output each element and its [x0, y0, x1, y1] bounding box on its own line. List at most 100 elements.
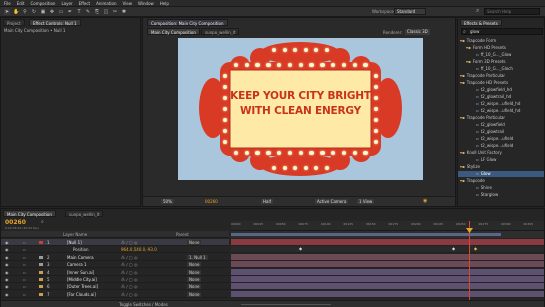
- zoom-slider[interactable]: [241, 304, 331, 305]
- layer-name[interactable]: Position: [73, 246, 89, 253]
- menu-view[interactable]: View: [123, 1, 133, 6]
- effects-item[interactable]: ▫ t2_glowfield_hd: [458, 87, 544, 93]
- layer-track-bar[interactable]: [231, 261, 544, 269]
- layer-row[interactable]: ◉ ▫ Position 964.0,540.0,-93.0: [1, 246, 229, 254]
- layer-track-bar[interactable]: [231, 283, 544, 291]
- lock-icon[interactable]: ▫: [23, 269, 26, 276]
- menu-effect[interactable]: Effect: [79, 1, 91, 6]
- layer-name[interactable]: Camera 1: [67, 261, 87, 268]
- switches[interactable]: ⁂ ∕ ▢ ◎: [121, 283, 137, 290]
- eraser-tool-icon[interactable]: ◫: [103, 9, 109, 15]
- zoom-select[interactable]: 50%: [161, 199, 174, 204]
- layer-row[interactable]: ◉ ▫ 2 Main Camera ⁂ ∕ ▢ ◎ 1. Null 1: [1, 254, 229, 261]
- layer-name[interactable]: [Outer Trees.ai]: [67, 283, 98, 290]
- layer-row[interactable]: ◉ ▫ 7 [Far Clouds.ai] ⁂ ∕ ▢ ◎ None: [1, 291, 229, 298]
- effects-item[interactable]: ▫ t2_glowtrail: [458, 129, 544, 135]
- lock-icon[interactable]: ▫: [23, 246, 26, 253]
- search-icon[interactable]: ⌕: [41, 219, 44, 225]
- label-color-swatch[interactable]: [39, 241, 43, 244]
- switches[interactable]: ⁂ ∕ ▢ ◎: [121, 276, 137, 283]
- label-color-swatch[interactable]: [39, 285, 43, 289]
- exposure-icon[interactable]: ◉: [423, 198, 427, 204]
- label-color-swatch[interactable]: [39, 255, 43, 259]
- pan-behind-tool-icon[interactable]: ✥: [49, 9, 55, 15]
- work-area-bar[interactable]: [231, 231, 544, 238]
- views-select[interactable]: 1 View: [357, 199, 375, 204]
- switches[interactable]: ⁂ ∕ ▢ ◎: [121, 254, 137, 261]
- label-color-swatch[interactable]: [39, 270, 43, 274]
- rotate-tool-icon[interactable]: ↻: [31, 9, 37, 15]
- parent-select[interactable]: None: [187, 262, 202, 268]
- menu-animation[interactable]: Animation: [96, 1, 116, 6]
- layer-name[interactable]: [Far Clouds.ai]: [67, 291, 96, 298]
- rectangle-tool-icon[interactable]: ▭: [58, 9, 64, 15]
- zoom-tool-icon[interactable]: ⚲: [22, 9, 28, 15]
- label-color-swatch[interactable]: [39, 278, 43, 281]
- menu-layer[interactable]: Layer: [61, 1, 72, 6]
- menu-edit[interactable]: Edit: [17, 1, 25, 6]
- search-help-input[interactable]: [484, 8, 540, 15]
- effects-item[interactable]: ▫ t2_wispe...ufield: [458, 136, 544, 142]
- type-tool-icon[interactable]: T: [76, 9, 82, 15]
- eye-icon[interactable]: ◉: [5, 261, 9, 268]
- layer-name[interactable]: [Middle City.ai]: [67, 276, 97, 283]
- effects-item[interactable]: ▫ Starglow: [458, 192, 544, 198]
- effects-item[interactable]: ▫ t2_wispe...ufield_hd: [458, 101, 544, 107]
- parent-select[interactable]: None: [187, 291, 202, 297]
- eye-icon[interactable]: ◉: [5, 239, 9, 246]
- keyframe-icon[interactable]: ◆: [452, 246, 455, 251]
- workspace-select[interactable]: Standard: [394, 8, 426, 15]
- lock-icon[interactable]: ▫: [23, 254, 26, 261]
- tab-timeline-main[interactable]: Main City Composition: [3, 210, 56, 217]
- label-color-swatch[interactable]: [39, 292, 43, 296]
- layer-row[interactable]: ◉ ▫ 6 [Outer Trees.ai] ⁂ ∕ ▢ ◎ None: [1, 283, 229, 291]
- parent-select[interactable]: None: [187, 284, 202, 290]
- timeline-timecode[interactable]: 00260: [5, 219, 26, 226]
- menu-composition[interactable]: Composition: [30, 1, 55, 6]
- resolution-select[interactable]: Half: [261, 199, 273, 204]
- layer-name[interactable]: [Inner Sun.ai]: [67, 269, 94, 276]
- layer-row[interactable]: ◉ ▫ 3 Camera 1 ⁂ ∕ ▢ ◎ None: [1, 261, 229, 269]
- effects-folder[interactable]: ▾▪ Stylize: [458, 164, 544, 170]
- eye-icon[interactable]: ◉: [5, 283, 9, 290]
- layer-row[interactable]: ◉ ▫ 4 [Inner Sun.ai] ⁂ ∕ ▢ ◎ None: [1, 269, 229, 276]
- puppet-tool-icon[interactable]: ✱: [121, 9, 127, 15]
- parent-select[interactable]: 1. Null 1: [187, 254, 208, 260]
- current-time-indicator[interactable]: [469, 221, 470, 301]
- keyframe-icon[interactable]: ◆: [474, 246, 477, 251]
- renderer-value[interactable]: Classic 3D: [405, 29, 430, 35]
- pen-tool-icon[interactable]: ✒: [67, 9, 73, 15]
- toggle-switches-modes[interactable]: Toggle Switches / Modes: [119, 302, 168, 307]
- layer-name[interactable]: Main Camera: [67, 254, 94, 261]
- effects-item[interactable]: ▫ t2_wispe...ufield: [458, 143, 544, 149]
- effects-item[interactable]: ▫ Shine: [458, 185, 544, 191]
- effects-folder[interactable]: ▾▪ Knoll Unit Factory: [458, 150, 544, 156]
- layer-track-bar[interactable]: ◆ ◆ ◆: [231, 246, 544, 254]
- eye-icon[interactable]: ◉: [5, 254, 9, 261]
- lock-icon[interactable]: ▫: [23, 283, 26, 290]
- lock-icon[interactable]: ▫: [23, 291, 26, 298]
- layer-track-bar[interactable]: [231, 276, 544, 283]
- switches[interactable]: ⁂ ∕ ▢ ◎: [121, 239, 137, 246]
- selection-tool-icon[interactable]: ➤: [4, 9, 10, 15]
- clone-tool-icon[interactable]: ⎘: [94, 9, 100, 15]
- hand-tool-icon[interactable]: ✋: [13, 9, 19, 15]
- switches[interactable]: ⁂ ∕ ▢ ◎: [121, 291, 137, 298]
- tab-sunpo[interactable]: sunpo_wellin_lt: [201, 28, 240, 35]
- camera-tool-icon[interactable]: ▣: [40, 9, 46, 15]
- parent-select[interactable]: None: [187, 269, 202, 275]
- layer-name[interactable]: [Null 1]: [67, 239, 82, 246]
- viewer-timecode[interactable]: 00260: [205, 199, 218, 204]
- effects-item[interactable]: ▫ t2_glowfield: [458, 122, 544, 128]
- lock-icon[interactable]: ▫: [23, 239, 26, 246]
- effects-folder[interactable]: ▾▪ Trapcode Form: [458, 38, 544, 44]
- effects-item[interactable]: ▫ ff_10_G..._Glow: [458, 52, 544, 58]
- effects-folder[interactable]: ▾▪ Trapcode: [458, 178, 544, 184]
- work-area-range[interactable]: [231, 233, 501, 236]
- eye-icon[interactable]: ◉: [5, 246, 9, 253]
- label-color-swatch[interactable]: [39, 263, 43, 267]
- effects-folder[interactable]: ▾▪ Trapcode Particular: [458, 115, 544, 121]
- layer-row[interactable]: ◉ ▫ 1 [Null 1] ⁂ ∕ ▢ ◎ None: [1, 239, 229, 246]
- tab-project[interactable]: Project: [3, 19, 25, 26]
- eye-icon[interactable]: ◉: [5, 291, 9, 298]
